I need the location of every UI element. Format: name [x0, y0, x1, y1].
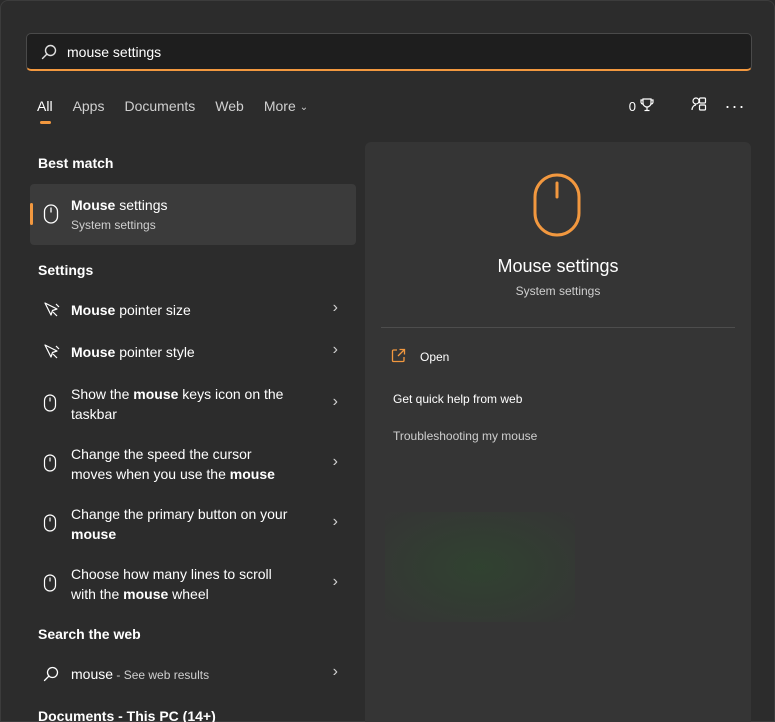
- chevron-right-icon: ›: [332, 393, 338, 410]
- pointer-icon: [43, 343, 61, 366]
- rewards-points[interactable]: 0: [629, 97, 654, 115]
- tab-apps[interactable]: Apps: [73, 97, 105, 117]
- tab-more[interactable]: More ⌄: [264, 97, 308, 117]
- chevron-right-icon: ›: [332, 663, 338, 680]
- mouse-icon: [43, 204, 59, 229]
- search-window: All Apps Documents Web More⌄ 0 ··· Best …: [0, 0, 775, 722]
- best-match-subtitle: System settings: [71, 218, 156, 232]
- search-box[interactable]: [26, 33, 752, 71]
- preview-subtitle: System settings: [515, 284, 601, 298]
- pointer-icon: [43, 301, 61, 324]
- mouse-icon: [43, 454, 57, 477]
- top-right-toolbar: 0 ···: [629, 95, 746, 117]
- section-best-match: Best match: [38, 155, 114, 171]
- tab-documents[interactable]: Documents: [124, 97, 195, 117]
- user-switch-icon: [691, 96, 707, 117]
- mouse-icon: [43, 574, 57, 597]
- open-button[interactable]: Open: [391, 348, 449, 366]
- chevron-right-icon: ›: [332, 453, 338, 470]
- settings-item-pointer-style[interactable]: Mouse pointer style ›: [30, 337, 356, 367]
- tab-all[interactable]: All: [37, 97, 53, 124]
- ellipsis-icon: ···: [724, 96, 746, 116]
- preview-panel: Mouse settings System settings Open Get …: [365, 142, 751, 722]
- trophy-icon: [636, 97, 654, 115]
- best-match-title: Mouse settings: [71, 197, 168, 213]
- troubleshoot-link[interactable]: Troubleshooting my mouse: [393, 429, 537, 443]
- settings-item-scroll-lines[interactable]: Choose how many lines to scroll with the…: [30, 561, 356, 605]
- search-icon: [43, 666, 59, 687]
- search-icon: [41, 44, 57, 60]
- settings-item-pointer-size[interactable]: Mouse pointer size ›: [30, 295, 356, 325]
- more-options-button[interactable]: ···: [724, 95, 746, 117]
- chevron-right-icon: ›: [332, 341, 338, 358]
- settings-item-primary-button[interactable]: Change the primary button on your mouse …: [30, 501, 356, 545]
- best-match-item[interactable]: Mouse settings System settings: [30, 184, 356, 245]
- chevron-down-icon: ⌄: [299, 102, 309, 113]
- account-switch-button[interactable]: [688, 95, 710, 117]
- open-external-icon: [391, 348, 406, 366]
- chevron-right-icon: ›: [332, 299, 338, 316]
- section-search-web: Search the web: [38, 626, 141, 642]
- background-glow: [385, 512, 575, 622]
- tab-web[interactable]: Web: [215, 97, 244, 117]
- divider: [381, 327, 735, 328]
- selection-indicator: [30, 203, 33, 225]
- settings-item-cursor-speed[interactable]: Change the speed the cursor moves when y…: [30, 441, 356, 485]
- section-documents: Documents - This PC (14+): [38, 708, 216, 722]
- preview-title: Mouse settings: [497, 256, 619, 276]
- open-label: Open: [420, 350, 450, 364]
- chevron-right-icon: ›: [332, 573, 338, 590]
- web-search-item[interactable]: mouse - See web results ›: [30, 659, 356, 689]
- section-settings: Settings: [38, 262, 94, 278]
- quick-help-heading: Get quick help from web: [393, 392, 523, 406]
- mouse-icon: [532, 172, 582, 243]
- settings-item-mouse-keys-icon[interactable]: Show the mouse keys icon on the taskbar …: [30, 381, 356, 425]
- mouse-icon: [43, 514, 57, 537]
- search-input[interactable]: [67, 34, 727, 70]
- mouse-icon: [43, 394, 57, 417]
- chevron-right-icon: ›: [332, 513, 338, 530]
- filter-tabs: All Apps Documents Web More ⌄: [37, 97, 328, 125]
